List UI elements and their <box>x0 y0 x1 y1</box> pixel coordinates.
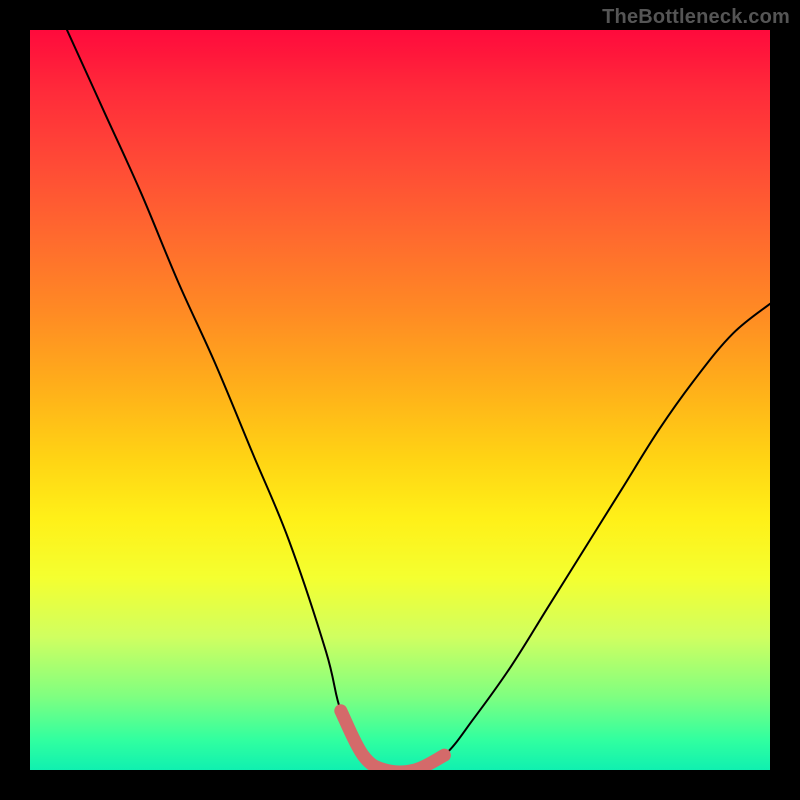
bottleneck-highlight-path <box>341 711 445 770</box>
bottleneck-curve-path <box>67 30 770 770</box>
chart-svg <box>30 30 770 770</box>
chart-frame: TheBottleneck.com <box>0 0 800 800</box>
chart-plot-area <box>30 30 770 770</box>
watermark-label: TheBottleneck.com <box>602 6 790 29</box>
